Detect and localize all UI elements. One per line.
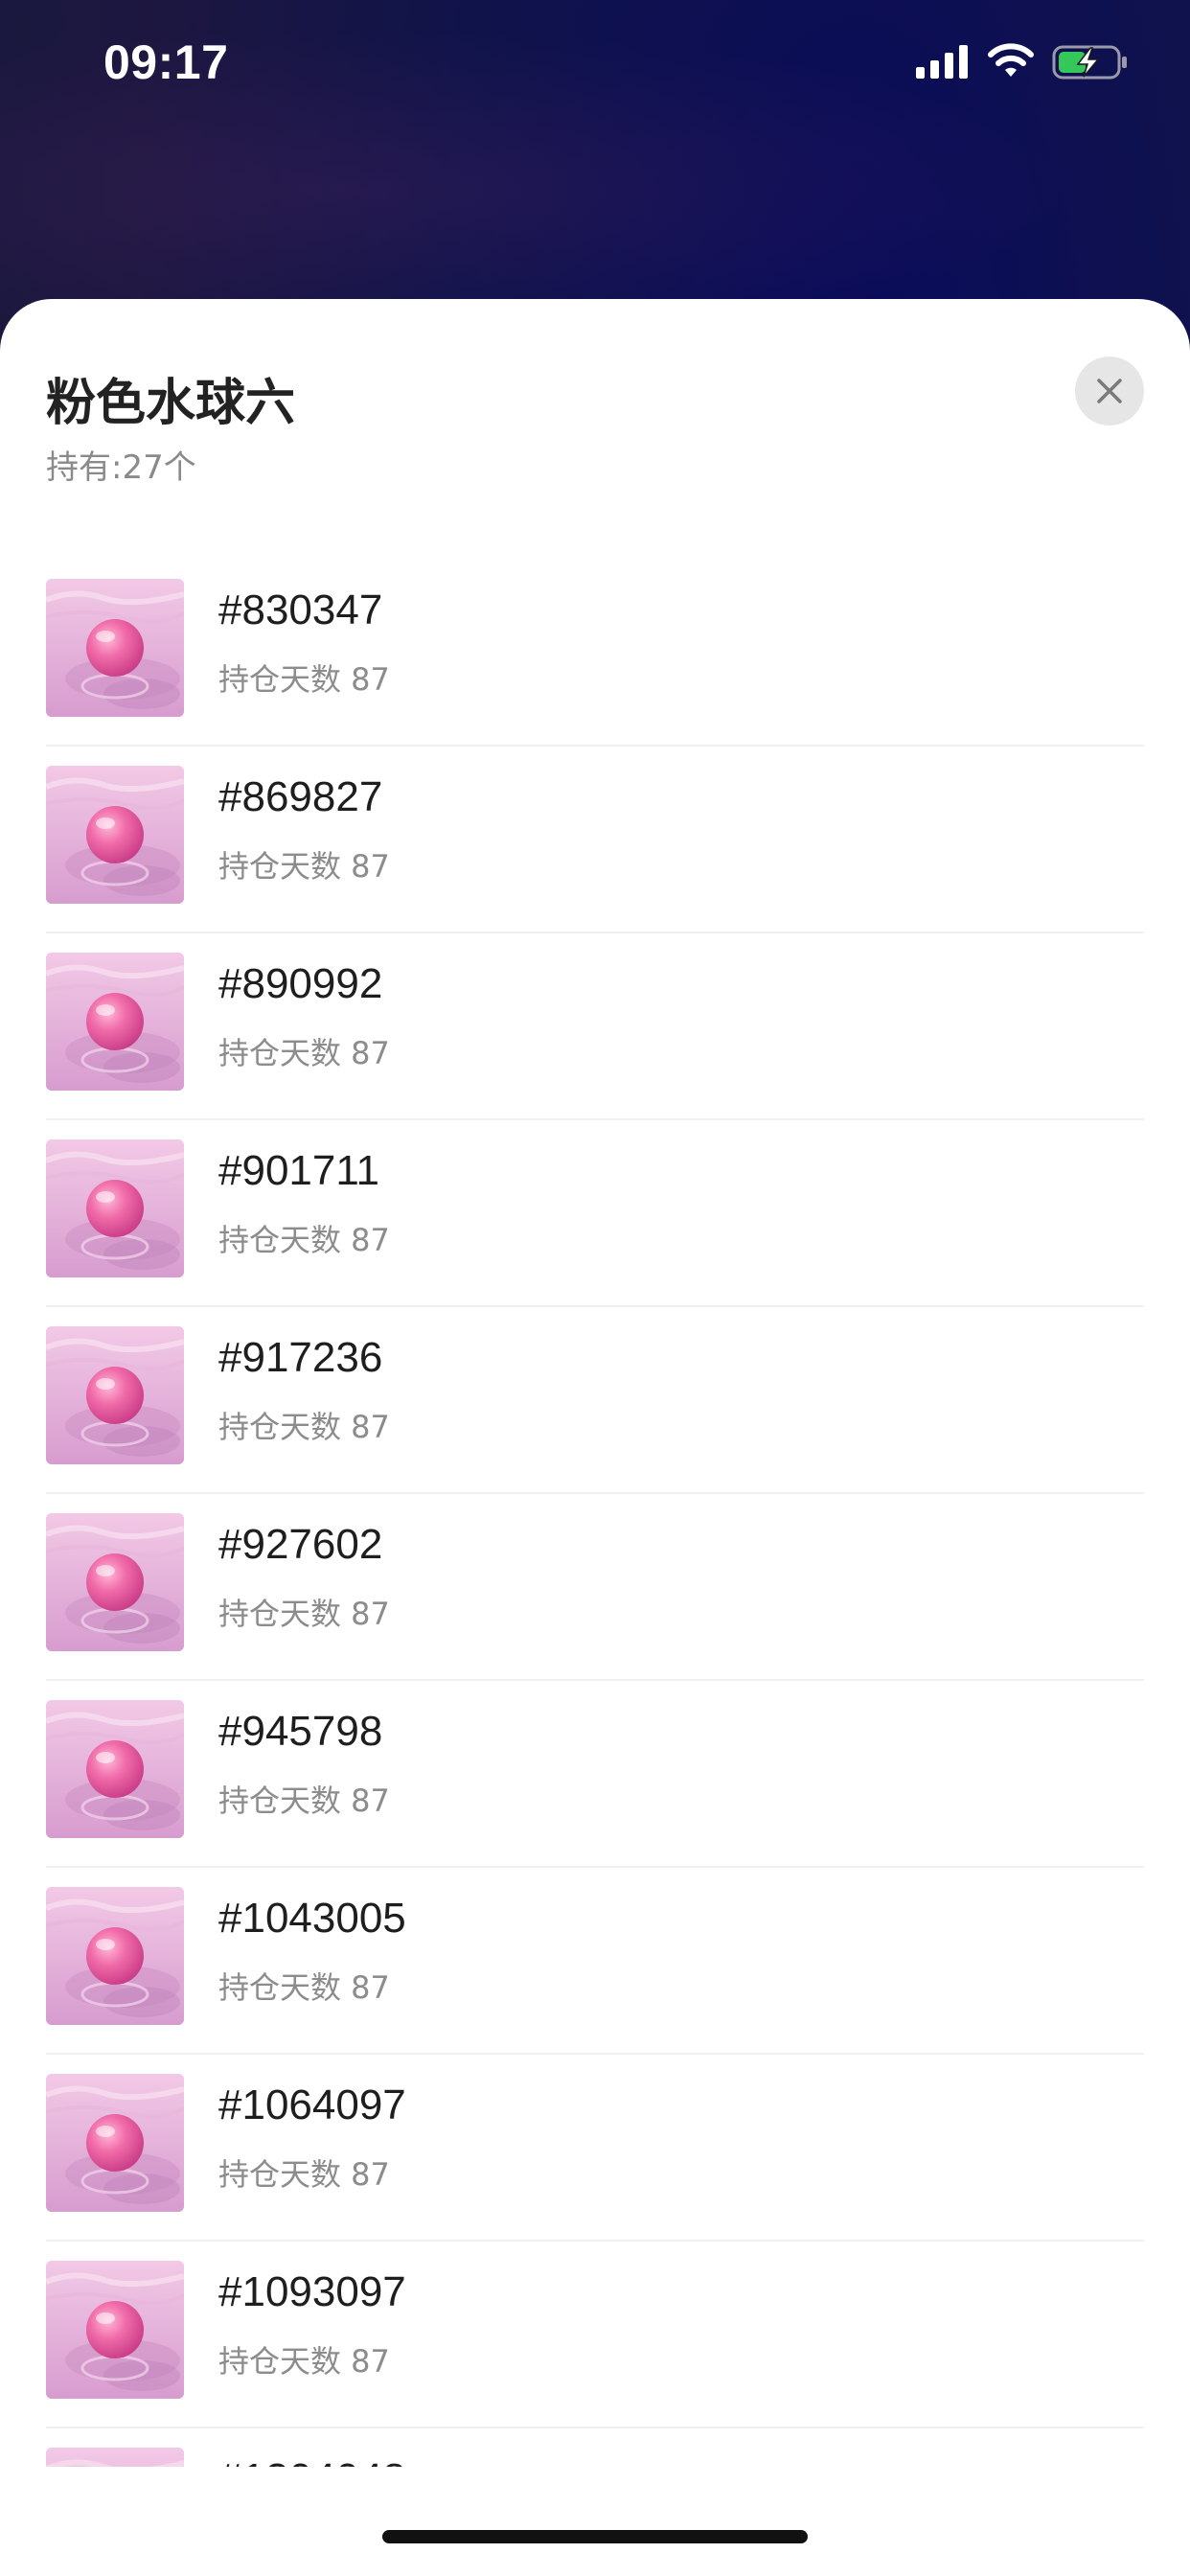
item-thumbnail: [46, 953, 184, 1091]
list-item[interactable]: #890992 持仓天数 87: [46, 933, 1144, 1120]
status-time: 09:17: [103, 35, 229, 89]
pink-water-ball-image: [46, 2261, 184, 2399]
item-thumbnail: [46, 1326, 184, 1464]
item-thumbnail: [46, 1139, 184, 1277]
holdings-sheet: 粉色水球六 持有:27个 #830347 持仓天数 87 #869827 持仓天…: [0, 299, 1190, 2576]
list-item[interactable]: #901711 持仓天数 87: [46, 1120, 1144, 1307]
list-item[interactable]: #927602 持仓天数 87: [46, 1494, 1144, 1681]
list-item[interactable]: #1064097 持仓天数 87: [46, 2055, 1144, 2242]
close-button[interactable]: [1075, 356, 1144, 426]
home-indicator[interactable]: [382, 2530, 808, 2543]
item-thumbnail: [46, 579, 184, 717]
item-serial-number: #1064097: [218, 2082, 406, 2128]
item-thumbnail: [46, 1887, 184, 2025]
close-icon: [1097, 379, 1122, 403]
list-item[interactable]: #869827 持仓天数 87: [46, 747, 1144, 933]
pink-water-ball-image: [46, 2074, 184, 2212]
status-bar: 09:17: [0, 0, 1190, 126]
item-thumbnail: [46, 766, 184, 904]
item-serial-number: #945798: [218, 1708, 383, 1755]
cellular-signal-icon: [916, 45, 968, 79]
pink-water-ball-image: [46, 1326, 184, 1464]
pink-water-ball-image: [46, 766, 184, 904]
item-serial-number: #830347: [218, 586, 383, 633]
list-item[interactable]: #1093097 持仓天数 87: [46, 2242, 1144, 2428]
list-item[interactable]: #1304048持仓天数 87: [46, 2428, 1144, 2467]
item-serial-number: #917236: [218, 1334, 383, 1381]
list-item[interactable]: #917236 持仓天数 87: [46, 1307, 1144, 1494]
item-holding-days: 持仓天数 87: [218, 661, 390, 698]
list-item[interactable]: #1043005 持仓天数 87: [46, 1868, 1144, 2055]
item-holding-days: 持仓天数 87: [218, 1222, 390, 1258]
holdings-count: 持有:27个: [46, 448, 196, 487]
item-holding-days: 持仓天数 87: [218, 1409, 390, 1445]
holdings-list[interactable]: #830347 持仓天数 87 #869827 持仓天数 87 #890992 …: [46, 560, 1144, 2467]
item-holding-days: 持仓天数 87: [218, 2343, 390, 2380]
item-serial-number: #890992: [218, 960, 383, 1007]
item-serial-number: #1304048: [218, 2455, 406, 2467]
item-holding-days: 持仓天数 87: [218, 848, 390, 885]
pink-water-ball-image: [46, 1139, 184, 1277]
item-holding-days: 持仓天数 87: [218, 1782, 390, 1819]
pink-water-ball-image: [46, 1513, 184, 1651]
pink-water-ball-image: [46, 1887, 184, 2025]
pink-water-ball-image: [46, 2448, 184, 2467]
sheet-title: 粉色水球六: [46, 375, 296, 432]
item-thumbnail: [46, 1700, 184, 1838]
item-serial-number: #901711: [218, 1147, 380, 1194]
pink-water-ball-image: [46, 953, 184, 1091]
item-holding-days: 持仓天数 87: [218, 1596, 390, 1632]
item-serial-number: #1093097: [218, 2268, 406, 2315]
wifi-icon: [988, 43, 1034, 77]
item-thumbnail: [46, 2261, 184, 2399]
item-thumbnail: [46, 2074, 184, 2212]
item-serial-number: #1043005: [218, 1895, 406, 1942]
item-thumbnail: [46, 1513, 184, 1651]
list-item[interactable]: #945798 持仓天数 87: [46, 1681, 1144, 1868]
list-item[interactable]: #830347 持仓天数 87: [46, 560, 1144, 747]
battery-charging-icon: [1052, 45, 1127, 80]
item-serial-number: #927602: [218, 1521, 383, 1568]
item-holding-days: 持仓天数 87: [218, 2156, 390, 2193]
app-screen: 09:17 粉色水球六 持有:27个 #830347 持仓天数 87 #8698…: [0, 0, 1190, 2576]
item-holding-days: 持仓天数 87: [218, 1035, 390, 1071]
item-thumbnail: [46, 2448, 184, 2467]
item-serial-number: #869827: [218, 773, 383, 820]
pink-water-ball-image: [46, 579, 184, 717]
item-holding-days: 持仓天数 87: [218, 1969, 390, 2006]
pink-water-ball-image: [46, 1700, 184, 1838]
